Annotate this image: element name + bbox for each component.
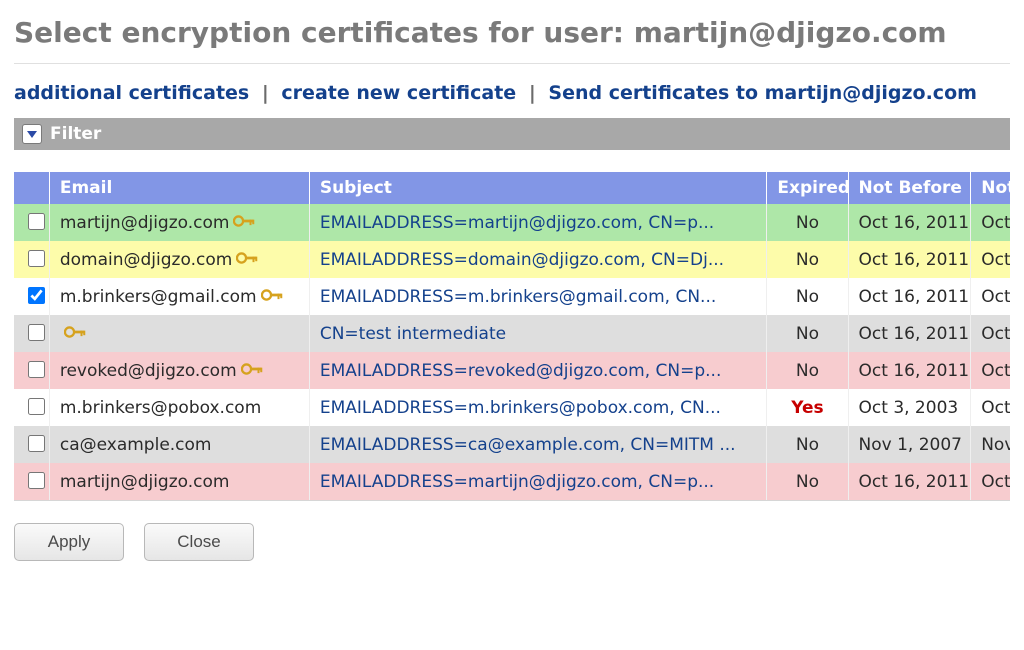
email-text: martijn@djigzo.com bbox=[60, 472, 230, 492]
cell-not-after: Nov 21, 2 bbox=[971, 426, 1010, 463]
certificate-table: Email Subject Expired Not Before Not Aft… bbox=[14, 172, 1010, 500]
cell-not-after: Oct 15, 2 bbox=[971, 204, 1010, 241]
cell-not-after: Oct 15, 2 bbox=[971, 241, 1010, 278]
cell-email: m.brinkers@pobox.com bbox=[49, 389, 309, 426]
row-select-cell bbox=[14, 315, 49, 352]
cell-not-before: Oct 16, 2011 bbox=[848, 278, 971, 315]
table-row: revoked@djigzo.com EMAILADDRESS=revoked@d… bbox=[14, 352, 1010, 389]
column-header-not-before[interactable]: Not Before bbox=[848, 172, 971, 204]
email-text: martijn@djigzo.com bbox=[60, 213, 230, 233]
table-row: domain@djigzo.com EMAILADDRESS=domain@dji… bbox=[14, 241, 1010, 278]
email-text: revoked@djigzo.com bbox=[60, 361, 237, 381]
key-icon bbox=[64, 324, 86, 344]
cell-subject[interactable]: EMAILADDRESS=domain@djigzo.com, CN=Dj... bbox=[309, 241, 767, 278]
row-select-checkbox[interactable] bbox=[28, 472, 45, 489]
cell-email: m.brinkers@gmail.com bbox=[49, 278, 309, 315]
row-select-cell bbox=[14, 241, 49, 278]
filter-toggle-icon[interactable] bbox=[22, 124, 42, 144]
cell-not-after: Oct 15, 2 bbox=[971, 463, 1010, 500]
cell-expired: No bbox=[767, 204, 848, 241]
cell-expired: No bbox=[767, 241, 848, 278]
table-row: m.brinkers@gmail.com EMAILADDRESS=m.brink… bbox=[14, 278, 1010, 315]
table-row: CN=test intermediateNoOct 16, 2011Oct 15… bbox=[14, 315, 1010, 352]
cell-not-after: Oct 15, 2 bbox=[971, 352, 1010, 389]
row-select-cell bbox=[14, 278, 49, 315]
row-select-cell bbox=[14, 352, 49, 389]
row-select-cell bbox=[14, 204, 49, 241]
cell-subject[interactable]: CN=test intermediate bbox=[309, 315, 767, 352]
filter-label: Filter bbox=[50, 124, 101, 144]
separator: | bbox=[262, 82, 269, 104]
link-create-new-certificate[interactable]: create new certificate bbox=[281, 82, 516, 104]
cell-email: martijn@djigzo.com bbox=[49, 463, 309, 500]
cell-subject[interactable]: EMAILADDRESS=martijn@djigzo.com, CN=p... bbox=[309, 204, 767, 241]
separator: | bbox=[529, 82, 536, 104]
cell-subject[interactable]: EMAILADDRESS=ca@example.com, CN=MITM ... bbox=[309, 426, 767, 463]
column-header-email[interactable]: Email bbox=[49, 172, 309, 204]
top-links: additional certificates | create new cer… bbox=[14, 82, 1010, 104]
cell-not-before: Oct 16, 2011 bbox=[848, 241, 971, 278]
cell-expired: No bbox=[767, 352, 848, 389]
row-select-checkbox[interactable] bbox=[28, 213, 45, 230]
email-text: m.brinkers@pobox.com bbox=[60, 398, 261, 418]
cell-email: revoked@djigzo.com bbox=[49, 352, 309, 389]
row-select-checkbox[interactable] bbox=[28, 250, 45, 267]
cell-not-before: Oct 16, 2011 bbox=[848, 204, 971, 241]
table-row: martijn@djigzo.com EMAILADDRESS=martijn@d… bbox=[14, 463, 1010, 500]
row-select-cell bbox=[14, 389, 49, 426]
cell-expired: No bbox=[767, 278, 848, 315]
cell-subject[interactable]: EMAILADDRESS=revoked@djigzo.com, CN=p... bbox=[309, 352, 767, 389]
filter-bar: Filter bbox=[14, 118, 1010, 150]
cell-expired: No bbox=[767, 426, 848, 463]
cell-not-before: Oct 3, 2003 bbox=[848, 389, 971, 426]
email-text: domain@djigzo.com bbox=[60, 250, 232, 270]
cell-email: ca@example.com bbox=[49, 426, 309, 463]
email-text: m.brinkers@gmail.com bbox=[60, 287, 257, 307]
key-icon bbox=[241, 361, 263, 381]
cell-email: domain@djigzo.com bbox=[49, 241, 309, 278]
row-select-checkbox[interactable] bbox=[28, 361, 45, 378]
key-icon bbox=[261, 287, 283, 307]
row-select-cell bbox=[14, 463, 49, 500]
cell-not-after: Oct 15, 2 bbox=[971, 278, 1010, 315]
row-select-checkbox[interactable] bbox=[28, 398, 45, 415]
cell-not-before: Oct 16, 2011 bbox=[848, 463, 971, 500]
cell-not-before: Nov 1, 2007 bbox=[848, 426, 971, 463]
column-header-select bbox=[14, 172, 49, 204]
link-send-certificates[interactable]: Send certificates to martijn@djigzo.com bbox=[548, 82, 977, 104]
cell-not-before: Oct 16, 2011 bbox=[848, 352, 971, 389]
cell-not-before: Oct 16, 2011 bbox=[848, 315, 971, 352]
row-select-checkbox[interactable] bbox=[28, 324, 45, 341]
column-header-expired[interactable]: Expired bbox=[767, 172, 848, 204]
cell-email: martijn@djigzo.com bbox=[49, 204, 309, 241]
cell-expired: No bbox=[767, 315, 848, 352]
table-row: m.brinkers@pobox.com EMAILADDRESS=m.brink… bbox=[14, 389, 1010, 426]
cell-expired: Yes bbox=[767, 389, 848, 426]
row-select-checkbox[interactable] bbox=[28, 435, 45, 452]
key-icon bbox=[236, 250, 258, 270]
column-header-subject[interactable]: Subject bbox=[309, 172, 767, 204]
email-text: ca@example.com bbox=[60, 435, 212, 455]
row-select-checkbox[interactable] bbox=[28, 287, 45, 304]
cell-not-after: Oct 3, 20 bbox=[971, 389, 1010, 426]
cell-subject[interactable]: EMAILADDRESS=m.brinkers@gmail.com, CN... bbox=[309, 278, 767, 315]
cell-expired: No bbox=[767, 463, 848, 500]
table-header-row: Email Subject Expired Not Before Not Aft… bbox=[14, 172, 1010, 204]
table-row: martijn@djigzo.com EMAILADDRESS=martijn@d… bbox=[14, 204, 1010, 241]
row-select-cell bbox=[14, 426, 49, 463]
cell-email bbox=[49, 315, 309, 352]
key-icon bbox=[233, 213, 255, 233]
table-row: ca@example.com EMAILADDRESS=ca@example.co… bbox=[14, 426, 1010, 463]
cell-subject[interactable]: EMAILADDRESS=martijn@djigzo.com, CN=p... bbox=[309, 463, 767, 500]
button-bar: Apply Close bbox=[14, 523, 1010, 561]
link-additional-certificates[interactable]: additional certificates bbox=[14, 82, 249, 104]
certificate-table-scroll[interactable]: Email Subject Expired Not Before Not Aft… bbox=[14, 172, 1010, 501]
column-header-not-after[interactable]: Not After bbox=[971, 172, 1010, 204]
close-button[interactable]: Close bbox=[144, 523, 254, 561]
cell-subject[interactable]: EMAILADDRESS=m.brinkers@pobox.com, CN... bbox=[309, 389, 767, 426]
cell-not-after: Oct 15, 2 bbox=[971, 315, 1010, 352]
apply-button[interactable]: Apply bbox=[14, 523, 124, 561]
page-title: Select encryption certificates for user:… bbox=[14, 16, 1010, 64]
